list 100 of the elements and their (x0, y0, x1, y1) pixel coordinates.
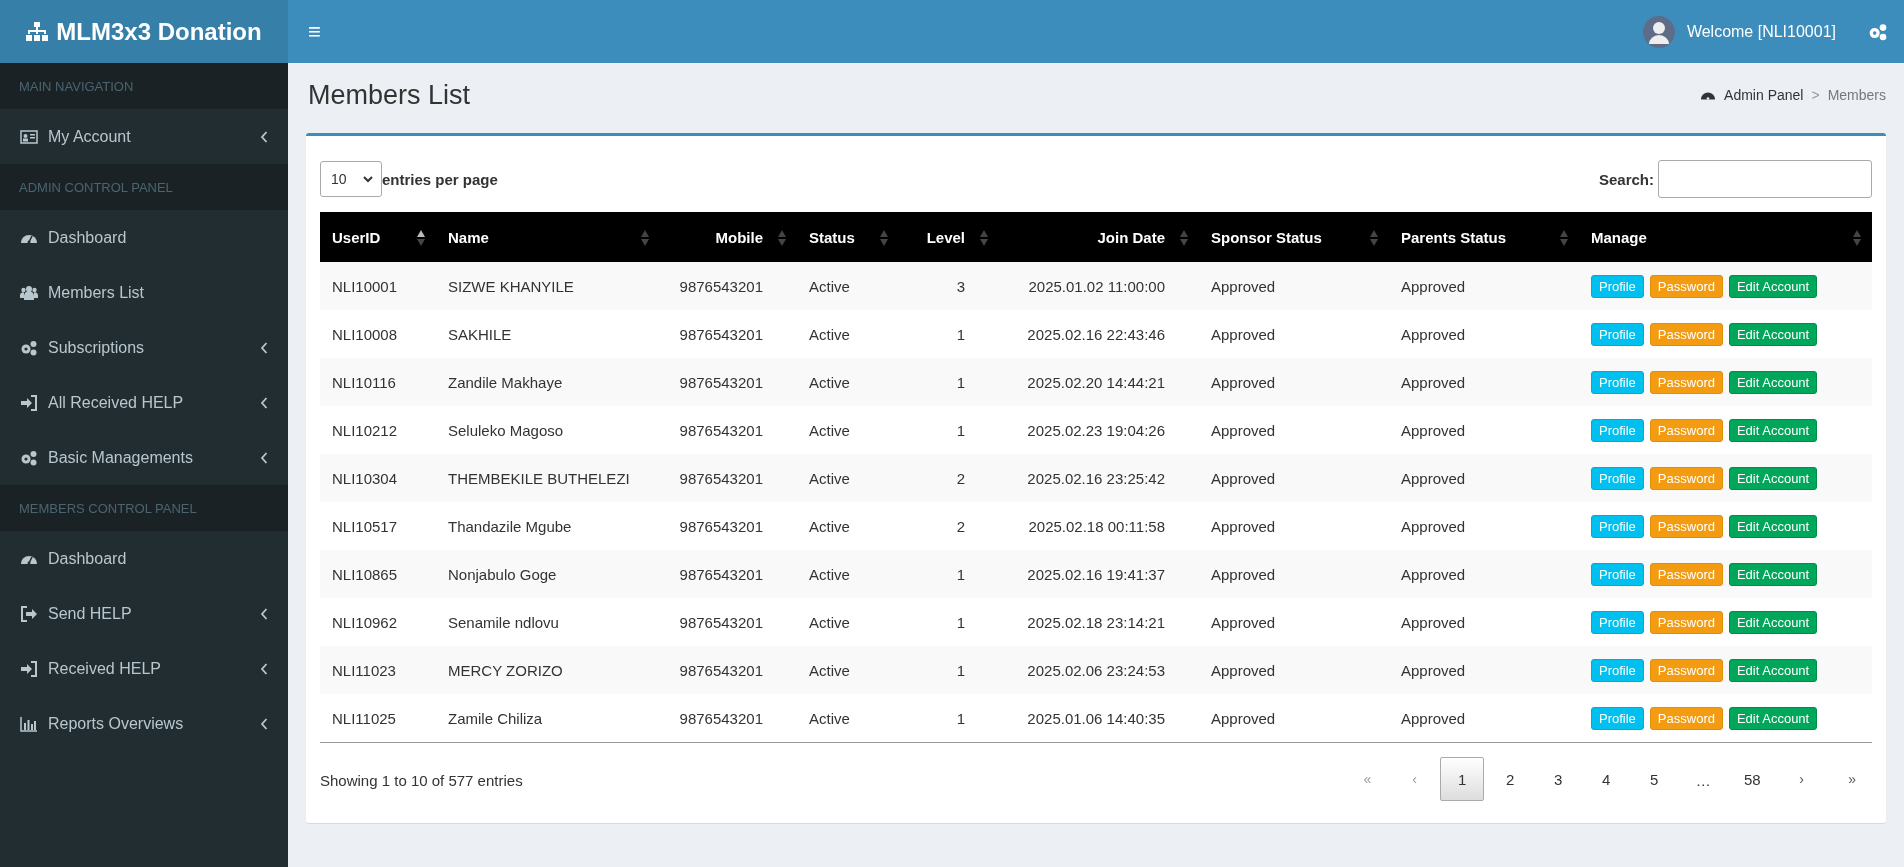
pagination-page[interactable]: 1 (1440, 757, 1485, 801)
sidebar-item[interactable]: Send HELP (0, 586, 288, 641)
action-button[interactable]: Password (1649, 274, 1723, 298)
sidebar-item[interactable]: Subscriptions (0, 320, 288, 375)
id-card-icon (20, 128, 38, 145)
action-button[interactable]: Edit Account (1728, 658, 1818, 682)
table-cell: 9876543201 (660, 262, 797, 310)
sidebar-item[interactable]: Received HELP (0, 641, 288, 696)
sidebar-heading: MAIN NAVIGATION (19, 78, 134, 94)
search-field[interactable] (1658, 160, 1872, 198)
action-button[interactable]: Password (1649, 418, 1723, 442)
pagination-page[interactable]: 2 (1488, 757, 1533, 801)
page-title: Members List (308, 79, 471, 111)
column-header[interactable]: Join Date (999, 212, 1199, 262)
breadcrumb-separator: > (1811, 87, 1820, 103)
column-header[interactable]: Status (797, 212, 899, 262)
sidebar-item[interactable]: Members List (0, 265, 288, 320)
table-cell: 1 (899, 310, 999, 358)
table-cell: 1 (899, 406, 999, 454)
table-cell: 2025.02.18 00:11:58 (999, 502, 1199, 550)
action-button[interactable]: Password (1649, 514, 1723, 538)
table-cell: THEMBEKILE BUTHELEZI (436, 454, 660, 502)
action-button[interactable]: Profile (1591, 610, 1644, 634)
action-button[interactable]: Edit Account (1728, 274, 1818, 298)
table-cell: 1 (899, 598, 999, 646)
action-button[interactable]: Edit Account (1728, 610, 1818, 634)
sidebar-item[interactable]: My Account (0, 109, 288, 164)
action-button[interactable]: Profile (1591, 370, 1644, 394)
column-header[interactable]: UserID (320, 212, 436, 262)
action-button[interactable]: Edit Account (1728, 466, 1818, 490)
action-button[interactable]: Password (1649, 466, 1723, 490)
action-button[interactable]: Profile (1591, 322, 1644, 346)
pagination-nav[interactable]: › (1778, 757, 1824, 801)
action-button[interactable]: Password (1649, 322, 1723, 346)
table-cell: 2025.02.23 19:04:26 (999, 406, 1199, 454)
action-button[interactable]: Profile (1591, 706, 1644, 730)
table-cell: Active (797, 550, 899, 598)
welcome-user[interactable]: Welcome [NLI10001] (1686, 22, 1836, 41)
table-cell: 1 (899, 358, 999, 406)
table-cell: Approved (1389, 310, 1579, 358)
column-header[interactable]: Level (899, 212, 999, 262)
action-button[interactable]: Edit Account (1728, 322, 1818, 346)
action-button[interactable]: Password (1649, 706, 1723, 730)
gears-icon (20, 449, 38, 466)
table-cell: 2025.02.18 23:14:21 (999, 598, 1199, 646)
table-cell: 2 (899, 502, 999, 550)
action-button[interactable]: Profile (1591, 562, 1644, 586)
table-cell: 9876543201 (660, 358, 797, 406)
table-cell: Active (797, 310, 899, 358)
pagination-page[interactable]: 4 (1584, 757, 1629, 801)
sort-icon[interactable] (416, 229, 426, 247)
action-button[interactable]: Profile (1591, 274, 1644, 298)
table-cell: Approved (1389, 502, 1579, 550)
table-cell: NLI10304 (320, 454, 436, 502)
pagination-page[interactable]: 5 (1632, 757, 1677, 801)
sign-out-icon (20, 605, 38, 622)
column-header[interactable]: Mobile (660, 212, 797, 262)
column-header[interactable]: Name (436, 212, 660, 262)
table-cell: Approved (1199, 358, 1389, 406)
action-button[interactable]: Password (1649, 658, 1723, 682)
action-button[interactable]: Password (1649, 562, 1723, 586)
breadcrumb-link[interactable]: Admin Panel (1724, 87, 1804, 103)
settings-icon[interactable] (1868, 22, 1888, 41)
action-button[interactable]: Profile (1591, 514, 1644, 538)
menu-toggle[interactable]: ≡ (308, 18, 321, 45)
table-cell: Approved (1389, 454, 1579, 502)
pagination-nav[interactable]: » (1827, 757, 1873, 801)
pagination-page[interactable]: 58 (1730, 757, 1775, 801)
pagination-page[interactable]: 3 (1536, 757, 1581, 801)
table-cell: 2025.02.16 23:25:42 (999, 454, 1199, 502)
table-cell: 9876543201 (660, 310, 797, 358)
action-button[interactable]: Password (1649, 610, 1723, 634)
table-cell: 1 (899, 646, 999, 694)
users-icon (20, 284, 38, 301)
table-cell: Nonjabulo Goge (436, 550, 660, 598)
action-button[interactable]: Edit Account (1728, 370, 1818, 394)
sidebar-item[interactable]: Dashboard (0, 531, 288, 586)
sign-in-icon (20, 660, 38, 677)
sidebar-item[interactable]: Dashboard (0, 210, 288, 265)
brand-logo[interactable]: MLM3x3 Donation (0, 0, 288, 63)
sidebar-item[interactable]: Basic Managements (0, 430, 288, 485)
table-cell: 9876543201 (660, 502, 797, 550)
column-header[interactable]: Parents Status (1389, 212, 1579, 262)
caret-icon (363, 175, 373, 183)
table-cell: 2025.02.20 14:44:21 (999, 358, 1199, 406)
column-header[interactable]: Manage (1579, 212, 1872, 262)
action-button[interactable]: Profile (1591, 466, 1644, 490)
table-cell: 2025.01.06 14:40:35 (999, 694, 1199, 743)
table-cell: 2 (899, 454, 999, 502)
page-size-select[interactable]: 10 (320, 161, 382, 197)
action-button[interactable]: Edit Account (1728, 514, 1818, 538)
sidebar-item[interactable]: Reports Overviews (0, 696, 288, 751)
action-button[interactable]: Password (1649, 370, 1723, 394)
action-button[interactable]: Profile (1591, 658, 1644, 682)
action-button[interactable]: Profile (1591, 418, 1644, 442)
column-header[interactable]: Sponsor Status (1199, 212, 1389, 262)
action-button[interactable]: Edit Account (1728, 418, 1818, 442)
action-button[interactable]: Edit Account (1728, 562, 1818, 586)
sidebar-item[interactable]: All Received HELP (0, 375, 288, 430)
action-button[interactable]: Edit Account (1728, 706, 1818, 730)
